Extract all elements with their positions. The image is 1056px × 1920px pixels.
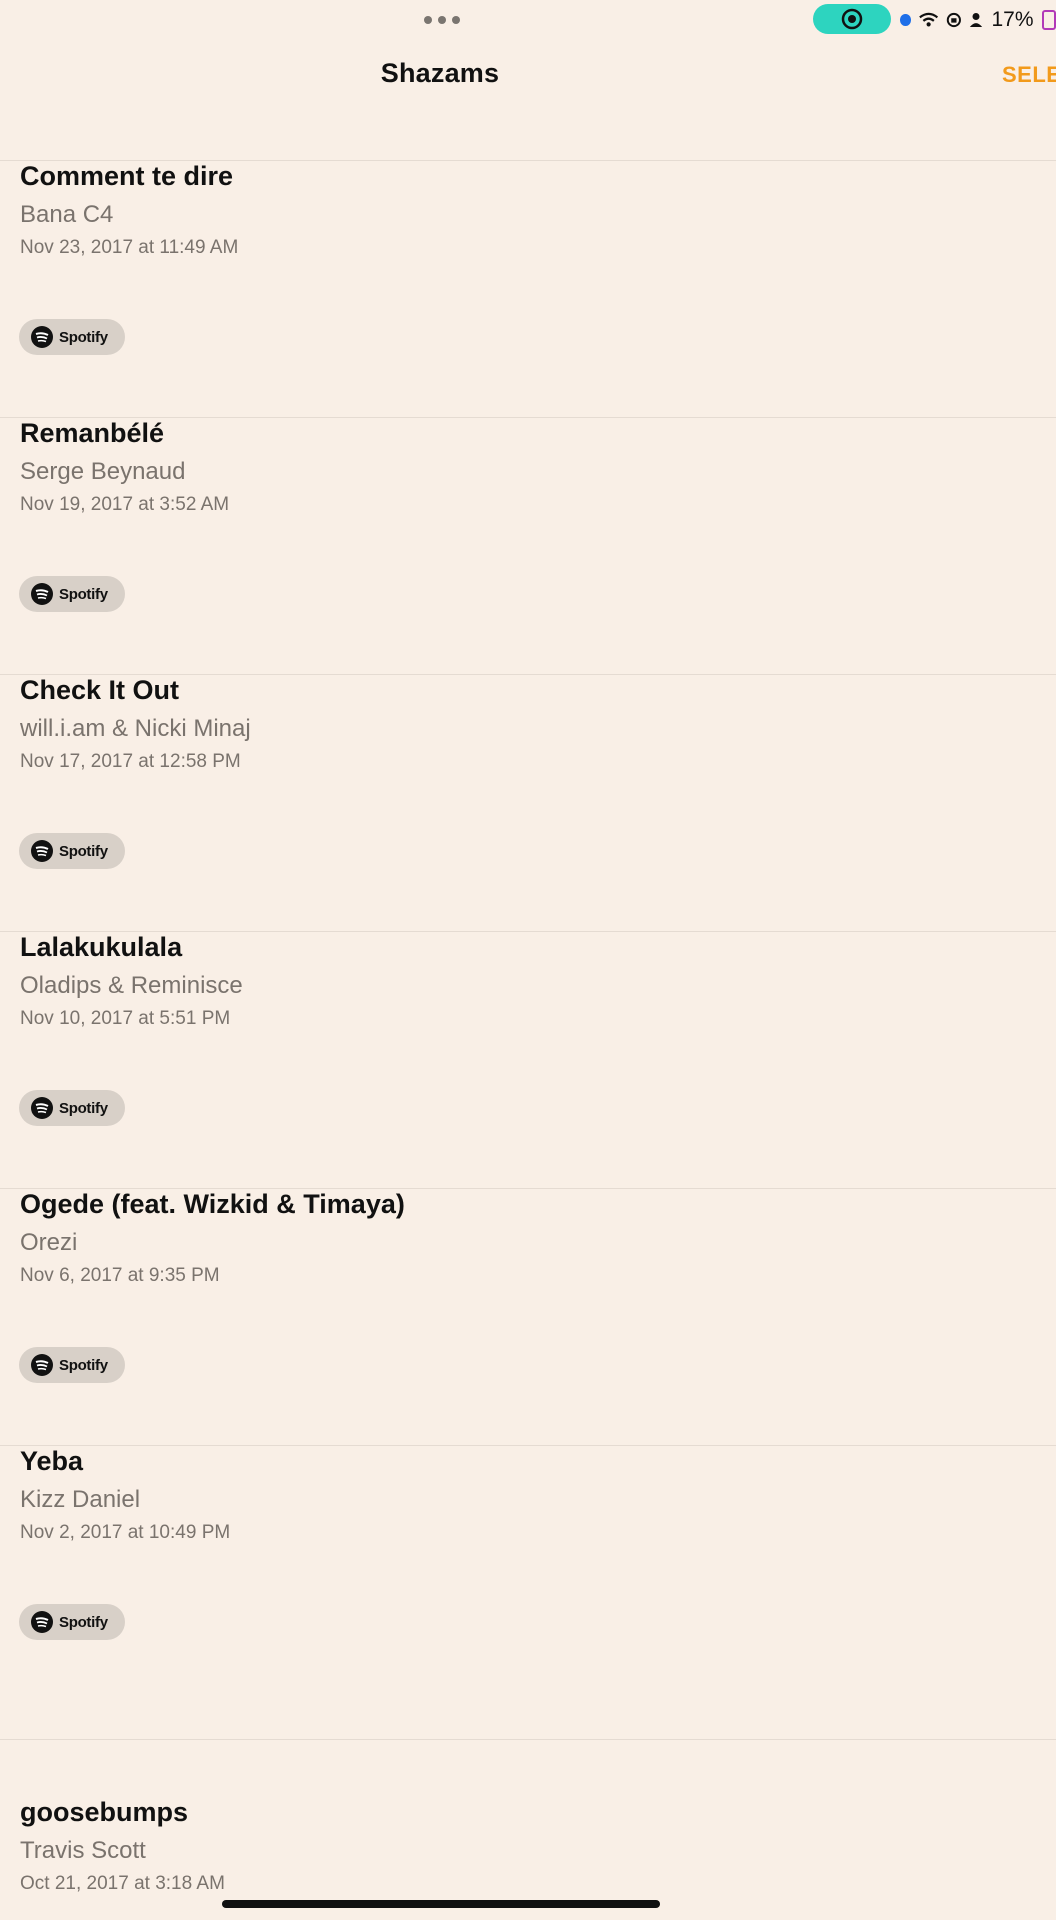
song-title: goosebumps [20,1797,189,1827]
shazam-date: Nov 23, 2017 at 11:49 AM [20,237,239,258]
wifi-icon [918,12,938,27]
spotify-label: Spotify [59,842,108,860]
list-item[interactable]: Comment te dire Bana C4 Nov 23, 2017 at … [0,161,1056,418]
artist-name: Kizz Daniel [20,1486,141,1513]
spotify-label: Spotify [59,1099,108,1117]
spotify-icon [31,326,53,348]
screen-record-icon[interactable] [813,4,891,34]
spotify-button[interactable]: Spotify [19,1090,125,1126]
song-title: Check It Out [20,675,180,705]
section-divider [0,1739,1056,1740]
spotify-label: Spotify [59,328,108,346]
select-button[interactable]: SELE [1002,62,1056,88]
spotify-button[interactable]: Spotify [19,1604,125,1640]
spotify-icon [31,1611,53,1633]
spotify-icon [31,583,53,605]
lock-rotation-icon [946,12,961,28]
song-title: Lalakukulala [20,932,183,962]
shazam-date: Nov 19, 2017 at 3:52 AM [20,494,230,515]
list-item[interactable]: Remanbélé Serge Beynaud Nov 19, 2017 at … [0,418,1056,675]
spotify-icon [31,840,53,862]
spotify-label: Spotify [59,1613,108,1631]
battery-percent: 17% [991,8,1034,31]
list-item[interactable]: Ogede (feat. Wizkid & Timaya) Orezi Nov … [0,1189,1056,1446]
song-title: Remanbélé [20,418,165,448]
status-bar: 17% [0,0,1056,40]
shazam-date: Nov 17, 2017 at 12:58 PM [20,751,241,772]
page-title: Shazams [380,58,500,88]
spotify-button[interactable]: Spotify [19,1347,125,1383]
location-dot-icon [900,14,911,26]
person-icon [970,13,983,27]
artist-name: Bana C4 [20,201,114,228]
list-item[interactable]: Lalakukulala Oladips & Reminisce Nov 10,… [0,932,1056,1189]
artist-name: will.i.am & Nicki Minaj [20,715,251,742]
shazam-list: Comment te dire Bana C4 Nov 23, 2017 at … [0,161,1056,1703]
status-indicators: 17% [900,6,1056,34]
shazam-date: Nov 10, 2017 at 5:51 PM [20,1008,231,1029]
spotify-button[interactable]: Spotify [19,576,125,612]
shazam-date: Nov 2, 2017 at 10:49 PM [20,1522,231,1543]
battery-icon [1041,10,1056,30]
artist-name: Oladips & Reminisce [20,972,243,999]
spotify-label: Spotify [59,585,108,603]
list-item[interactable]: Yeba Kizz Daniel Nov 2, 2017 at 10:49 PM… [0,1446,1056,1703]
spotify-button[interactable]: Spotify [19,833,125,869]
nav-header: Shazams SELE [0,40,1056,161]
shazam-date: Oct 21, 2017 at 3:18 AM [20,1873,225,1894]
spotify-button[interactable]: Spotify [19,319,125,355]
artist-name: Travis Scott [20,1837,146,1864]
home-indicator[interactable] [222,1900,660,1908]
spotify-icon [31,1097,53,1119]
song-title: Comment te dire [20,161,234,191]
artist-name: Serge Beynaud [20,458,186,485]
artist-name: Orezi [20,1229,78,1256]
spotify-icon [31,1354,53,1376]
shazam-date: Nov 6, 2017 at 9:35 PM [20,1265,220,1286]
list-item[interactable]: Check It Out will.i.am & Nicki Minaj Nov… [0,675,1056,932]
spotify-label: Spotify [59,1356,108,1374]
multitask-dots-icon[interactable] [424,16,460,24]
song-title: Yeba [20,1446,84,1476]
song-title: Ogede (feat. Wizkid & Timaya) [20,1189,405,1219]
